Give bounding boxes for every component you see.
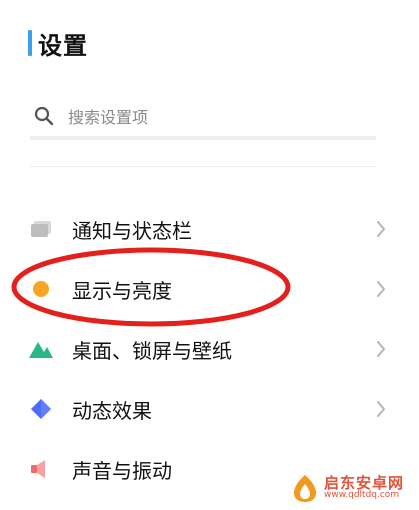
menu-item-display-brightness[interactable]: 显示与亮度 bbox=[28, 264, 388, 314]
chevron-right-icon bbox=[374, 339, 388, 359]
menu-item-animation[interactable]: 动态效果 bbox=[28, 384, 388, 434]
watermark-url: www.qdltdq.com bbox=[324, 490, 400, 501]
search-input[interactable]: 搜索设置项 bbox=[68, 104, 148, 128]
search-icon bbox=[34, 106, 54, 126]
settings-screen: 设置 搜索设置项 通知与状态栏 显示与亮度 桌面、锁屏与壁纸 动态效果 声音与振… bbox=[0, 0, 419, 510]
menu-label-animation: 动态效果 bbox=[72, 398, 152, 423]
watermark-title: 启东安卓网 bbox=[324, 473, 405, 492]
section-divider bbox=[30, 166, 376, 167]
menu-item-desktop-wallpaper[interactable]: 桌面、锁屏与壁纸 bbox=[28, 324, 388, 374]
page-title: 设置 bbox=[38, 31, 88, 60]
page-header: 设置 bbox=[28, 26, 88, 60]
wallpaper-icon bbox=[28, 336, 54, 362]
watermark-logo-icon bbox=[294, 475, 316, 502]
search-bar[interactable]: 搜索设置项 bbox=[30, 96, 376, 140]
chevron-right-icon bbox=[374, 399, 388, 419]
title-accent-bar bbox=[28, 30, 32, 56]
menu-label-display-brightness: 显示与亮度 bbox=[72, 278, 172, 303]
chevron-right-icon bbox=[374, 279, 388, 299]
menu-label-notification: 通知与状态栏 bbox=[72, 218, 192, 243]
notification-icon bbox=[28, 216, 54, 242]
menu-label-desktop-wallpaper: 桌面、锁屏与壁纸 bbox=[72, 338, 232, 363]
chevron-right-icon bbox=[374, 219, 388, 239]
brightness-icon bbox=[28, 276, 54, 302]
sound-icon bbox=[28, 456, 54, 482]
menu-item-notification[interactable]: 通知与状态栏 bbox=[28, 204, 388, 254]
animation-icon bbox=[28, 396, 54, 422]
watermark: 启东安卓网 www.qdltdq.com bbox=[290, 468, 416, 508]
